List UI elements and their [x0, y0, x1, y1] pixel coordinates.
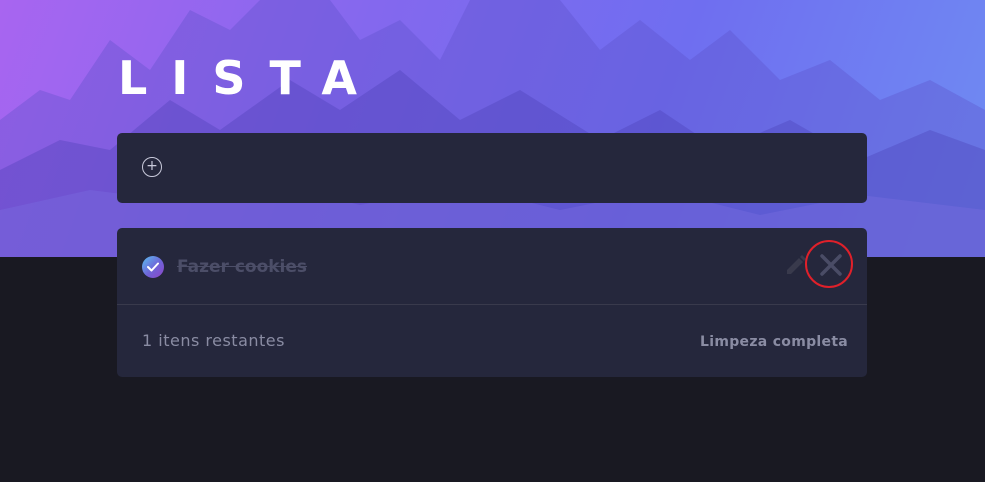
pencil-icon[interactable]	[784, 253, 808, 277]
hero-background	[0, 0, 985, 257]
plus-circle-icon[interactable]: +	[142, 157, 162, 177]
todo-text[interactable]: Fazer cookies	[177, 255, 307, 279]
mountain-illustration	[0, 0, 985, 257]
new-todo-input[interactable]	[176, 152, 780, 184]
todo-checkbox[interactable]	[142, 256, 164, 278]
close-icon[interactable]	[815, 249, 847, 281]
items-left-count: 1 itens restantes	[142, 331, 285, 350]
clear-completed-button[interactable]: Limpeza completa	[700, 332, 848, 352]
page-title: LISTA	[118, 51, 381, 105]
checkmark-icon	[147, 262, 159, 272]
